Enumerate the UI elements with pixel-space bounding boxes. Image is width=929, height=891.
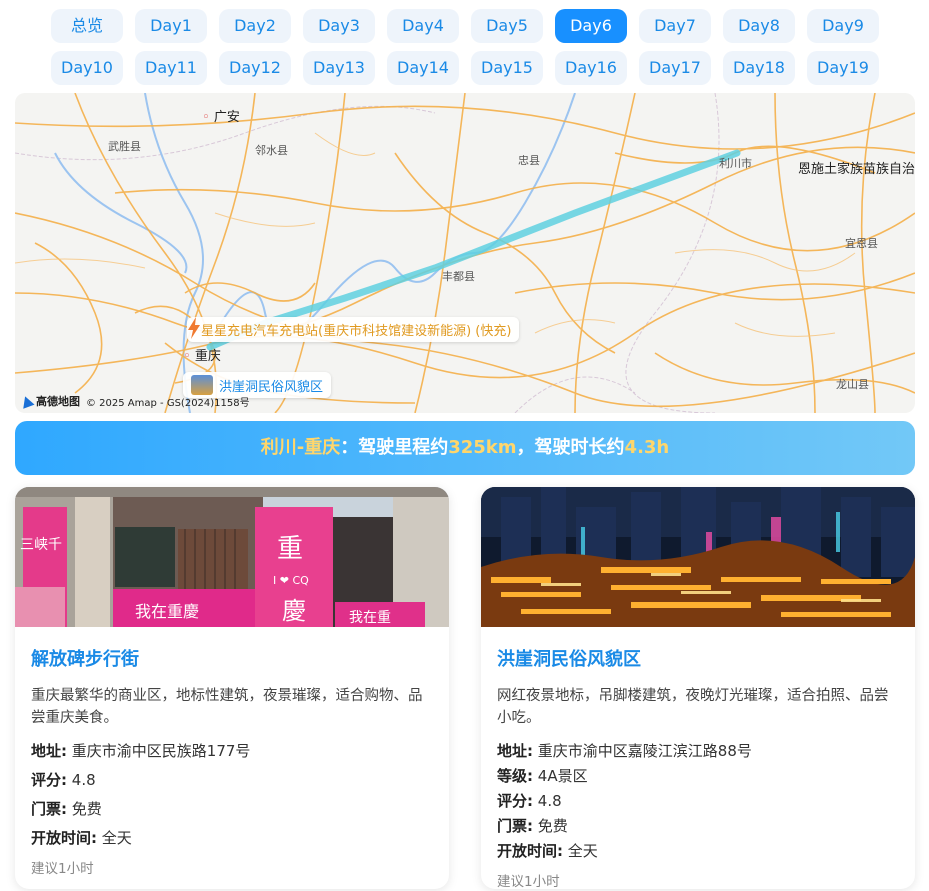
card-duration-note: 建议1小时 bbox=[31, 861, 94, 877]
tab-day2[interactable]: Day2 bbox=[219, 9, 291, 43]
map-label-fengdu: 丰都县 bbox=[442, 270, 475, 283]
map-copyright: © 2025 Amap - GS(2024)1158号 bbox=[86, 397, 250, 409]
card-field-rating: 评分: 4.8 bbox=[497, 792, 562, 810]
tab-day4[interactable]: Day4 bbox=[387, 9, 459, 43]
card-field-level: 等级: 4A景区 bbox=[497, 767, 588, 785]
attraction-photo bbox=[481, 487, 915, 627]
tab-day11[interactable]: Day11 bbox=[135, 51, 207, 85]
attraction-photo: 三峡千 重 I ❤ CQ 慶 我在重慶 我在重 bbox=[15, 487, 449, 627]
map-label-lichuan: 利川市 bbox=[719, 157, 752, 170]
card-duration-note: 建议1小时 bbox=[497, 874, 560, 889]
tab-row-2: Day10 Day11 Day12 Day13 Day14 Day15 Day1… bbox=[0, 51, 929, 87]
charging-station-label: 星星充电汽车充电站(重庆市科技馆建设新能源) (快充) bbox=[201, 324, 512, 339]
card-title[interactable]: 解放碑步行街 bbox=[31, 645, 435, 671]
card-title[interactable]: 洪崖洞民俗风貌区 bbox=[497, 645, 901, 671]
svg-text:三峡千: 三峡千 bbox=[20, 537, 62, 553]
card-description: 网红夜景地标，吊脚楼建筑，夜晚灯光璀璨，适合拍照、品尝小吃。 bbox=[497, 688, 889, 726]
charging-station-marker[interactable]: 星星充电汽车充电站(重庆市科技馆建设新能源) (快充) bbox=[187, 317, 520, 342]
tab-day10[interactable]: Day10 bbox=[51, 51, 123, 85]
map-credit: 高德地图 © 2025 Amap - GS(2024)1158号 bbox=[19, 393, 250, 409]
map-roads bbox=[15, 93, 915, 413]
card-field-address: 地址: 重庆市渝中区民族路177号 bbox=[31, 742, 251, 760]
tab-day3[interactable]: Day3 bbox=[303, 9, 375, 43]
svg-text:慶: 慶 bbox=[282, 597, 306, 625]
tab-day1[interactable]: Day1 bbox=[135, 9, 207, 43]
tab-day8[interactable]: Day8 bbox=[723, 9, 795, 43]
route-middle: ，驾驶时长约 bbox=[516, 437, 625, 458]
tab-day13[interactable]: Day13 bbox=[303, 51, 375, 85]
tab-day9[interactable]: Day9 bbox=[807, 9, 879, 43]
tab-day14[interactable]: Day14 bbox=[387, 51, 459, 85]
attraction-card-jiefangbei[interactable]: 三峡千 重 I ❤ CQ 慶 我在重慶 我在重 解放碑步行街 重庆最繁华的商业区… bbox=[15, 487, 449, 889]
card-field-ticket: 门票: 免费 bbox=[31, 800, 102, 818]
route-segment: 利川-重庆 bbox=[260, 437, 341, 458]
map-label-xuanen: 宜恩县 bbox=[845, 237, 878, 250]
svg-text:I ❤ CQ: I ❤ CQ bbox=[273, 574, 309, 587]
map-label-zhongxian: 忠县 bbox=[518, 154, 540, 167]
map-label-linshui: 邻水县 bbox=[255, 144, 288, 157]
svg-text:我在重慶: 我在重慶 bbox=[135, 602, 199, 621]
spot-marker-label: 洪崖洞民俗风貌区 bbox=[219, 379, 324, 395]
card-field-address: 地址: 重庆市渝中区嘉陵江滨江路88号 bbox=[497, 742, 752, 760]
card-description: 重庆最繁华的商业区，地标性建筑，夜景璀璨，适合购物、品尝重庆美食。 bbox=[31, 688, 423, 726]
tab-day5[interactable]: Day5 bbox=[471, 9, 543, 43]
tab-day18[interactable]: Day18 bbox=[723, 51, 795, 85]
tab-day7[interactable]: Day7 bbox=[639, 9, 711, 43]
map-label-enshi: 恩施土家族苗族自治 bbox=[798, 162, 915, 177]
map-label-guangan: ◦ 广安 bbox=[202, 110, 240, 125]
tab-day6[interactable]: Day6 bbox=[555, 9, 627, 43]
card-field-hours: 开放时间: 全天 bbox=[497, 842, 598, 860]
route-summary: 利川-重庆：驾驶里程约325km，驾驶时长约4.3h bbox=[15, 421, 915, 475]
card-field-hours: 开放时间: 全天 bbox=[31, 829, 132, 847]
tab-day17[interactable]: Day17 bbox=[639, 51, 711, 85]
tab-day16[interactable]: Day16 bbox=[555, 51, 627, 85]
tab-row-1: 总览 Day1 Day2 Day3 Day4 Day5 Day6 Day7 Da… bbox=[0, 9, 929, 45]
map-label-chongqing: ◦ 重庆 bbox=[183, 349, 221, 364]
svg-text:重: 重 bbox=[277, 534, 303, 564]
route-map[interactable]: ◦ 广安 武胜县 邻水县 忠县 利川市 恩施土家族苗族自治 宜恩县 丰都县 ◦ … bbox=[15, 93, 915, 413]
tab-day15[interactable]: Day15 bbox=[471, 51, 543, 85]
card-field-rating: 评分: 4.8 bbox=[31, 771, 96, 789]
spot-thumbnail bbox=[191, 375, 213, 395]
route-distance: 325km bbox=[448, 437, 517, 458]
map-label-wusheng: 武胜县 bbox=[108, 140, 141, 153]
amap-logo: 高德地图 bbox=[19, 393, 80, 409]
route-duration: 4.3h bbox=[624, 437, 670, 458]
tab-day12[interactable]: Day12 bbox=[219, 51, 291, 85]
attraction-card-hongyadong[interactable]: 洪崖洞民俗风貌区 网红夜景地标，吊脚楼建筑，夜晚灯光璀璨，适合拍照、品尝小吃。 … bbox=[481, 487, 915, 889]
svg-text:我在重: 我在重 bbox=[349, 610, 391, 626]
tab-overview[interactable]: 总览 bbox=[51, 9, 123, 43]
route-prefix: ：驾驶里程约 bbox=[340, 437, 449, 458]
map-label-longshan: 龙山县 bbox=[836, 378, 869, 391]
card-field-ticket: 门票: 免费 bbox=[497, 817, 568, 835]
tab-day19[interactable]: Day19 bbox=[807, 51, 879, 85]
